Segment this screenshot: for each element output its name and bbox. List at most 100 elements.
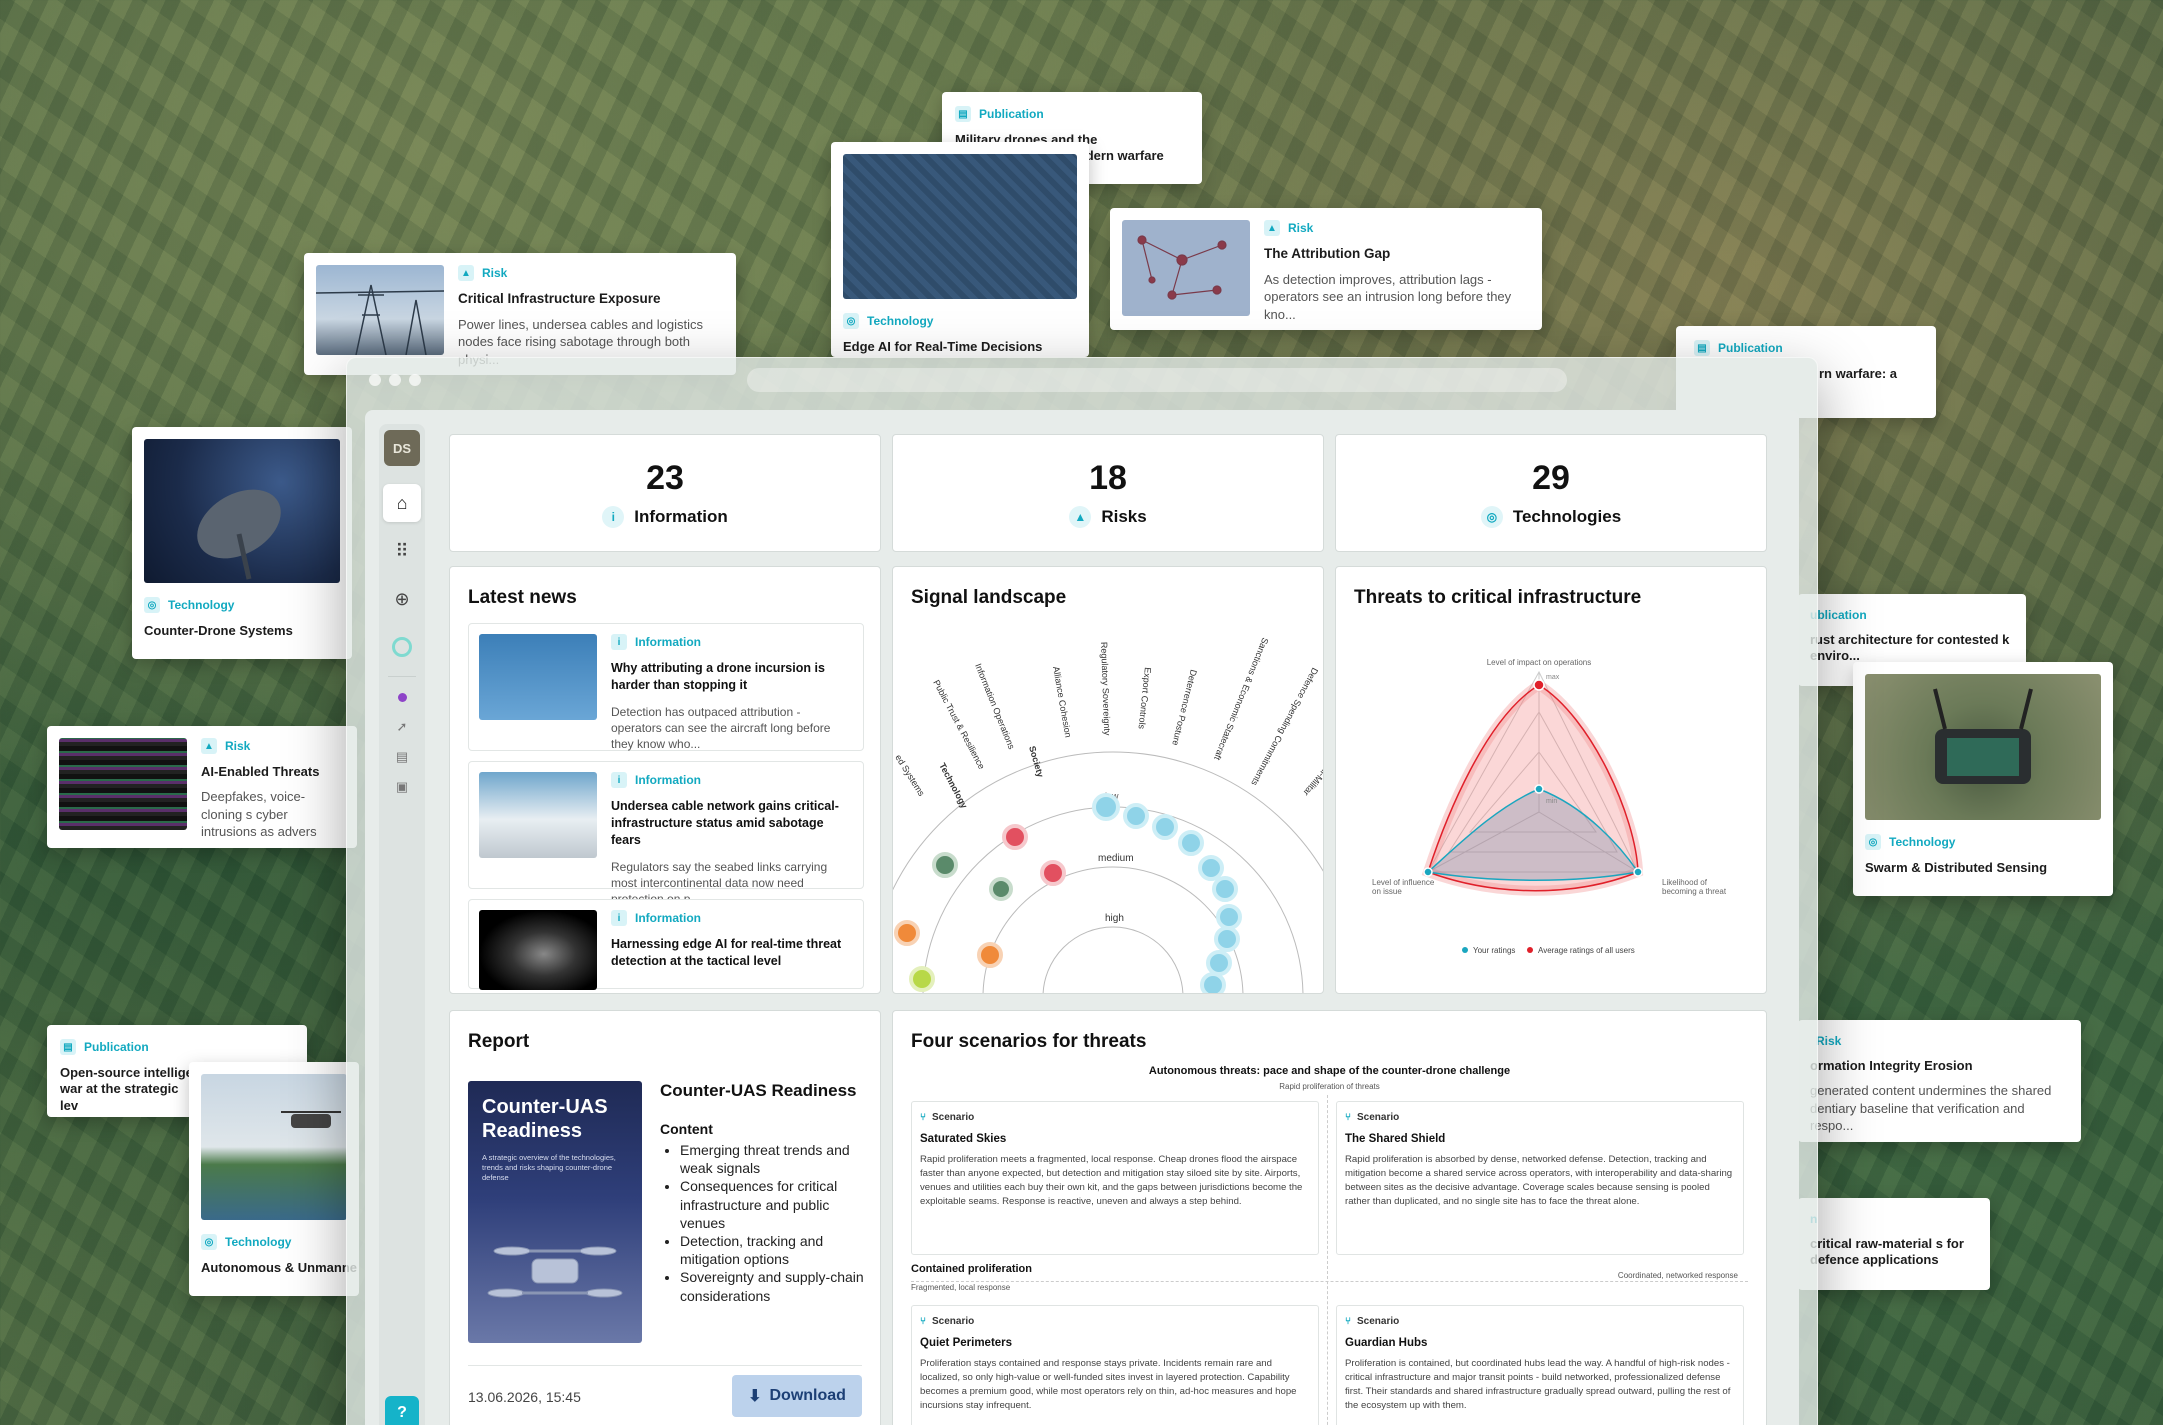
dashboard: DS ⌂ ⠿ ⊕ ➚ ▤ ▣ ? 23 i Information 18 ▲ Ris… [365,410,1799,1425]
ring-high [1042,926,1184,993]
window-dot[interactable] [369,374,381,386]
label-information-operations: Information Operations [973,662,1017,751]
axis-label-impact: Level of impact on operations [1487,658,1592,667]
drone-image [479,634,597,720]
scenario-icon: ⑂ [920,1112,926,1123]
signal-dots [894,793,1242,994]
news-item[interactable]: i Information Undersea cable network gain… [468,761,864,906]
window-controls [369,374,421,386]
label-regulatory-sovereignty: Regulatory Sovereignty [1099,642,1112,736]
card-info-integrity[interactable]: Risk ormation Integrity Erosion generate… [1798,1020,2081,1142]
card-attribution-gap[interactable]: ▲ Risk The Attribution Gap As detection i… [1110,208,1542,330]
legend-yours-swatch [1462,947,1468,953]
card-raw-material[interactable]: n critical raw-material s for defence ap… [1798,1198,1990,1290]
horizontal-axis [911,1281,1748,1282]
card-ai-threats[interactable]: ▲ Risk AI-Enabled Threats Deepfakes, voic… [47,726,357,848]
network-map-image [1122,220,1250,316]
report-divider [468,1365,862,1366]
apps-grid-icon[interactable]: ⠿ [383,532,421,570]
scenario-icon: ⑂ [1345,1316,1351,1327]
card-edge-ai[interactable]: ◎ Technology Edge AI for Real-Time Decisi… [831,142,1089,357]
report-content-item: Consequences for critical infrastructure… [680,1177,876,1232]
scenario-card[interactable]: ⑂ Scenario Saturated Skies Rapid prolifer… [911,1101,1319,1255]
card-counter-drone[interactable]: ◎ Technology Counter-Drone Systems [132,427,352,659]
signal-dot[interactable] [894,920,920,946]
document-icon[interactable]: ▤ [392,747,412,767]
ring-medium [982,866,1244,993]
label-deterrence-posture: Deterrence Posture [1170,669,1199,747]
signal-dot[interactable] [1152,814,1178,840]
signal-dot[interactable] [977,942,1003,968]
chip-icon: ◎ [1480,505,1503,528]
scenarios-panel: Four scenarios for threats Autonomous th… [892,1010,1767,1425]
status-dot-icon[interactable] [392,687,412,707]
abstract-rings-image [479,910,597,990]
drone-over-water-image [201,1074,347,1220]
axis-left-title: Contained proliferation [911,1263,1032,1275]
label-sanctions: Sanctions & Economic Statecraft [1212,636,1271,762]
report-cover[interactable]: Counter-UAS Readiness A strategic overvi… [468,1081,642,1343]
window-dot[interactable] [389,374,401,386]
label-export-controls: Export Controls [1136,667,1152,730]
stat-information[interactable]: 23 i Information [449,434,881,552]
signal-dot[interactable] [1092,793,1120,821]
signal-dot[interactable] [989,877,1013,901]
chip-icon: ◎ [201,1234,217,1250]
report-content-item: Detection, tracking and mitigation optio… [680,1232,876,1268]
signal-dot[interactable] [1212,876,1238,902]
power-lines-image [315,265,445,356]
signal-dot[interactable] [1123,803,1149,829]
warning-icon: ▲ [201,738,217,754]
signal-dot[interactable] [1178,830,1204,856]
warning-icon: ▲ [1264,220,1280,236]
signal-radar: low medium high Public Trust & Resilienc… [893,636,1324,994]
info-icon: i [611,634,627,650]
help-button[interactable]: ? [385,1396,419,1425]
report-name: Counter-UAS Readiness [660,1081,857,1100]
warning-icon: ▲ [1069,505,1092,528]
your-point[interactable] [1423,867,1433,877]
add-folder-icon[interactable]: ⊕ [383,580,421,618]
card-autonomous[interactable]: ◎ Technology Autonomous & Unmanne [189,1062,359,1296]
signal-dot[interactable] [1198,855,1224,881]
download-button[interactable]: ⬇ Download [732,1375,862,1417]
signal-dot[interactable] [1002,824,1028,850]
signal-dot[interactable] [1214,926,1240,952]
drone-icon [281,1111,341,1128]
scenario-card[interactable]: ⑂ Scenario Quiet Perimeters Proliferation… [911,1305,1319,1425]
signal-dot[interactable] [932,852,958,878]
latest-news-panel: Latest news i Information Why attributing… [449,566,881,994]
dish-icon [197,489,281,580]
label-partial-systems: ed Systems [893,753,927,799]
your-point[interactable] [1534,784,1544,794]
scenario-card[interactable]: ⑂ Scenario Guardian Hubs Proliferation is… [1336,1305,1744,1425]
news-item[interactable]: i Information Harnessing edge AI for real… [468,899,864,990]
signal-dot[interactable] [1216,904,1242,930]
radar-icon[interactable] [383,628,421,666]
chip-icon: ◎ [843,313,859,329]
app-window: DS ⌂ ⠿ ⊕ ➚ ▤ ▣ ? 23 i Information 18 ▲ Ris… [346,357,1818,1425]
signal-dot[interactable] [1040,860,1066,886]
app-logo[interactable]: DS [384,430,420,466]
average-point[interactable] [1533,679,1545,691]
window-dot[interactable] [409,374,421,386]
your-point[interactable] [1633,867,1643,877]
stat-technologies[interactable]: 29 ◎ Technologies [1335,434,1767,552]
scenario-card[interactable]: ⑂ Scenario The Shared Shield Rapid prolif… [1336,1101,1744,1255]
news-item[interactable]: i Information Why attributing a drone inc… [468,623,864,751]
info-icon: i [611,910,627,926]
signal-dot[interactable] [1206,950,1232,976]
home-icon[interactable]: ⌂ [383,484,421,522]
stat-risks[interactable]: 18 ▲ Risks [892,434,1324,552]
label-defence-spending: Defence Spending Commitments [1249,666,1320,788]
ring-label-medium: medium [1098,853,1134,864]
label-civil-military: Civil-Militar [1301,758,1324,798]
signal-dot[interactable] [909,966,935,992]
circuit-board-image [843,154,1077,299]
clipboard-icon[interactable]: ▣ [392,777,412,797]
controller-icon [1933,688,2033,784]
signal-dot[interactable] [1200,972,1226,994]
label-public-trust: Public Trust & Resilience [931,678,987,771]
card-swarm[interactable]: ◎ Technology Swarm & Distributed Sensing [1853,662,2113,896]
rocket-icon[interactable]: ➚ [392,717,412,737]
